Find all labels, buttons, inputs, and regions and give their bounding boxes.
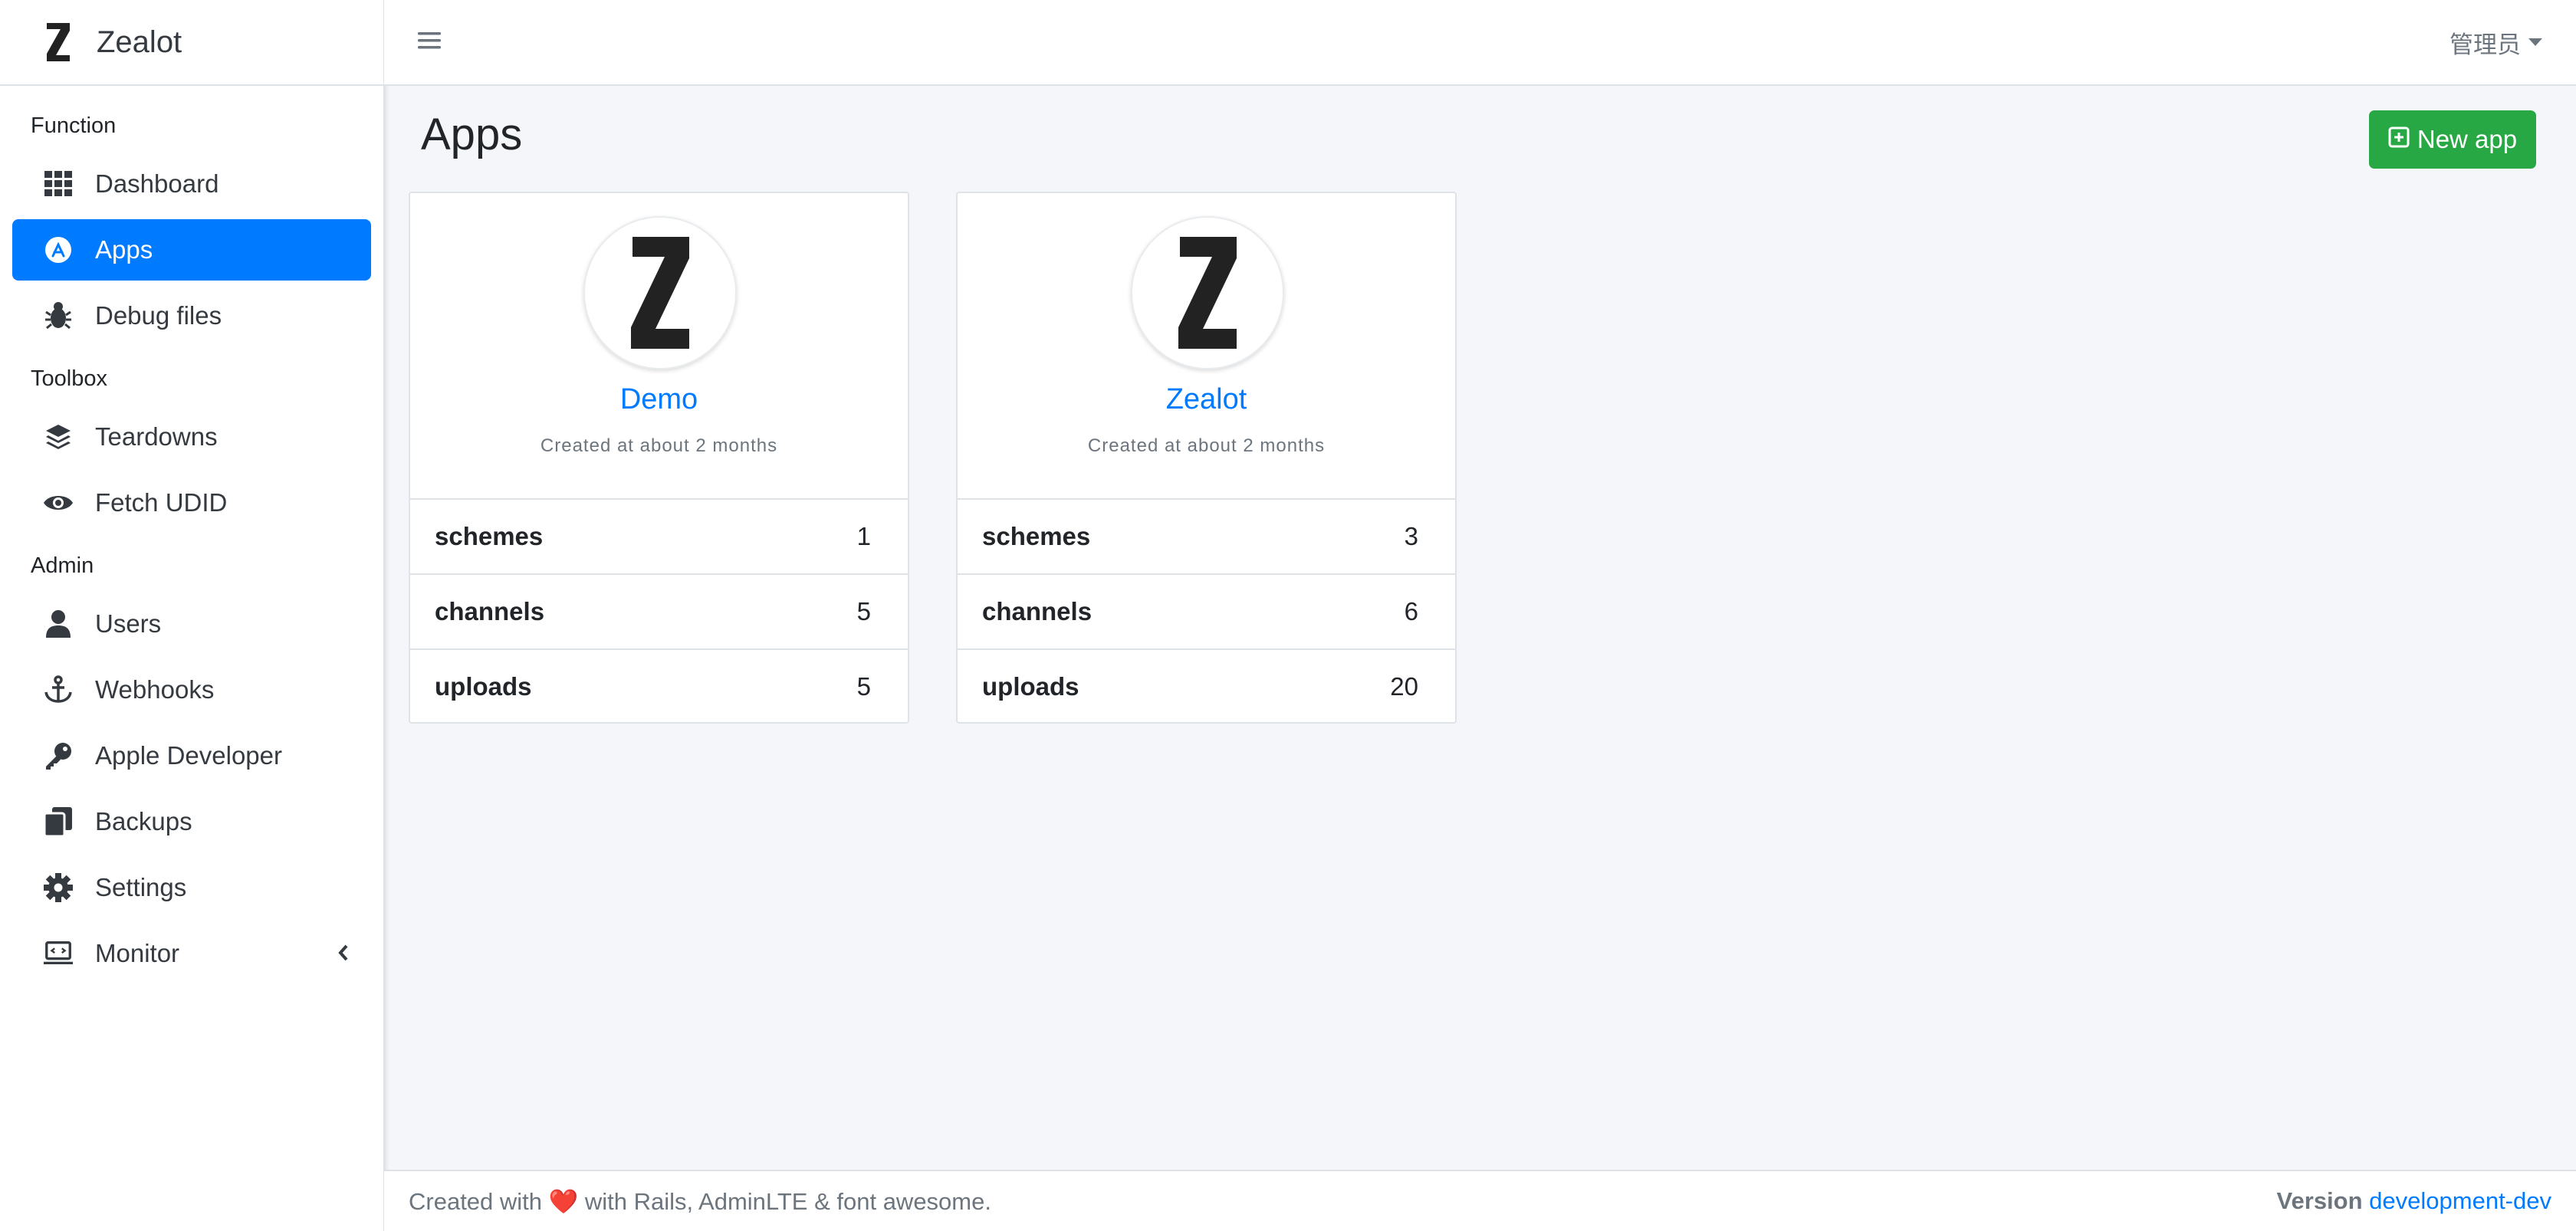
sidebar-item-teardowns[interactable]: Teardowns: [12, 406, 371, 468]
anchor-icon: [43, 675, 74, 705]
sidebar-item-monitor[interactable]: Monitor: [12, 923, 371, 984]
stat-value: 20: [1390, 672, 1418, 701]
stat-row-schemes[interactable]: schemes 1: [410, 498, 908, 573]
brand-name: Zealot: [97, 25, 182, 59]
caret-down-icon: [2528, 38, 2542, 46]
sidebar-item-label: Fetch UDID: [95, 488, 228, 517]
sidebar-item-label: Apps: [95, 235, 153, 264]
app-avatar[interactable]: [1131, 216, 1284, 369]
sidebar-item-apps[interactable]: Apps: [12, 219, 371, 281]
sidebar-item-debug-files[interactable]: Debug files: [12, 285, 371, 346]
app-name-link[interactable]: Demo: [410, 383, 908, 416]
footer-version: Version development-dev: [2277, 1187, 2551, 1215]
app-name-link[interactable]: Zealot: [958, 383, 1455, 416]
nav-header-admin: Admin: [31, 553, 94, 578]
sidebar-item-webhooks[interactable]: Webhooks: [12, 659, 371, 721]
stat-row-schemes[interactable]: schemes 3: [958, 498, 1455, 573]
new-app-button[interactable]: New app: [2369, 110, 2536, 169]
sidebar-item-label: Apple Developer: [95, 741, 282, 770]
key-icon: [43, 740, 74, 771]
footer-prefix: Created with: [409, 1187, 543, 1215]
stat-row-channels[interactable]: channels 6: [958, 573, 1455, 648]
app-store-icon: [43, 235, 74, 265]
sidebar-item-label: Monitor: [95, 939, 180, 967]
plus-square-icon: [2388, 125, 2410, 154]
sidebar-item-label: Dashboard: [95, 169, 219, 198]
top-navbar: 管理员: [384, 0, 2576, 86]
sidebar-item-label: Debug files: [95, 301, 222, 330]
layers-icon: [43, 422, 74, 452]
app-card: Zealot Created at about 2 months schemes…: [956, 192, 1457, 724]
heart-icon: ❤️: [548, 1187, 579, 1215]
user-icon: [43, 609, 74, 639]
stat-value: 3: [1404, 522, 1418, 550]
sidebar-item-label: Backups: [95, 807, 192, 835]
sidebar: Zealot Function Dashboard Apps Debug fil…: [0, 0, 384, 1231]
sidebar-item-settings[interactable]: Settings: [12, 857, 371, 918]
app-created-at: Created at about 2 months: [540, 435, 778, 456]
nav-header-toolbox: Toolbox: [31, 366, 107, 391]
new-app-label: New app: [2417, 125, 2518, 153]
sidebar-item-label: Users: [95, 609, 162, 638]
gear-icon: [43, 872, 74, 903]
stat-label: channels: [982, 597, 1092, 625]
app-avatar[interactable]: [583, 216, 737, 369]
sidebar-nav: Function Dashboard Apps Debug files Tool…: [0, 86, 383, 1001]
sidebar-item-users[interactable]: Users: [12, 593, 371, 655]
stat-value: 1: [856, 522, 871, 550]
stat-value: 5: [856, 672, 871, 701]
footer-credits: Created with ❤️ with Rails, AdminLTE & f…: [409, 1187, 991, 1216]
user-menu[interactable]: 管理员: [2450, 25, 2542, 60]
chevron-left-icon[interactable]: [337, 939, 350, 968]
app-created-at: Created at about 2 months: [1087, 435, 1326, 456]
brand-link[interactable]: Zealot: [0, 0, 383, 86]
sidebar-item-label: Teardowns: [95, 422, 218, 451]
stat-label: uploads: [982, 672, 1079, 701]
stat-value: 6: [1404, 597, 1418, 625]
user-name: 管理员: [2450, 31, 2521, 58]
footer-suffix: with Rails, AdminLTE & font awesome.: [584, 1187, 991, 1215]
sidebar-item-apple-developer[interactable]: Apple Developer: [12, 725, 371, 786]
stat-value: 5: [856, 597, 871, 625]
nav-header-function: Function: [31, 113, 117, 138]
footer: Created with ❤️ with Rails, AdminLTE & f…: [384, 1170, 2576, 1231]
eye-icon: [43, 487, 74, 518]
page-title: Apps: [421, 110, 523, 159]
copy-icon: [43, 806, 74, 837]
sidebar-item-backups[interactable]: Backups: [12, 791, 371, 852]
laptop-code-icon: [43, 938, 74, 969]
stat-label: channels: [435, 597, 545, 625]
stat-label: schemes: [435, 522, 544, 550]
app-card: Demo Created at about 2 months schemes 1…: [409, 192, 909, 724]
menu-toggle-icon[interactable]: [418, 31, 441, 54]
grid-icon: [43, 169, 74, 199]
stat-row-uploads[interactable]: uploads 20: [958, 648, 1455, 724]
main-content: Apps New app Demo Created at about 2 mon…: [384, 86, 2576, 1170]
sidebar-item-label: Settings: [95, 873, 187, 901]
sidebar-item-label: Webhooks: [95, 675, 215, 704]
sidebar-item-fetch-udid[interactable]: Fetch UDID: [12, 472, 371, 533]
bug-icon: [43, 300, 74, 331]
sidebar-item-dashboard[interactable]: Dashboard: [12, 153, 371, 215]
app-card-header: Zealot Created at about 2 months: [958, 193, 1455, 498]
app-card-header: Demo Created at about 2 months: [410, 193, 908, 498]
stat-row-uploads[interactable]: uploads 5: [410, 648, 908, 724]
stat-label: schemes: [982, 522, 1091, 550]
stat-row-channels[interactable]: channels 5: [410, 573, 908, 648]
stat-label: uploads: [435, 672, 532, 701]
zealot-logo-icon: [43, 19, 74, 65]
version-label: Version: [2276, 1187, 2363, 1214]
version-link[interactable]: development-dev: [2369, 1187, 2551, 1214]
